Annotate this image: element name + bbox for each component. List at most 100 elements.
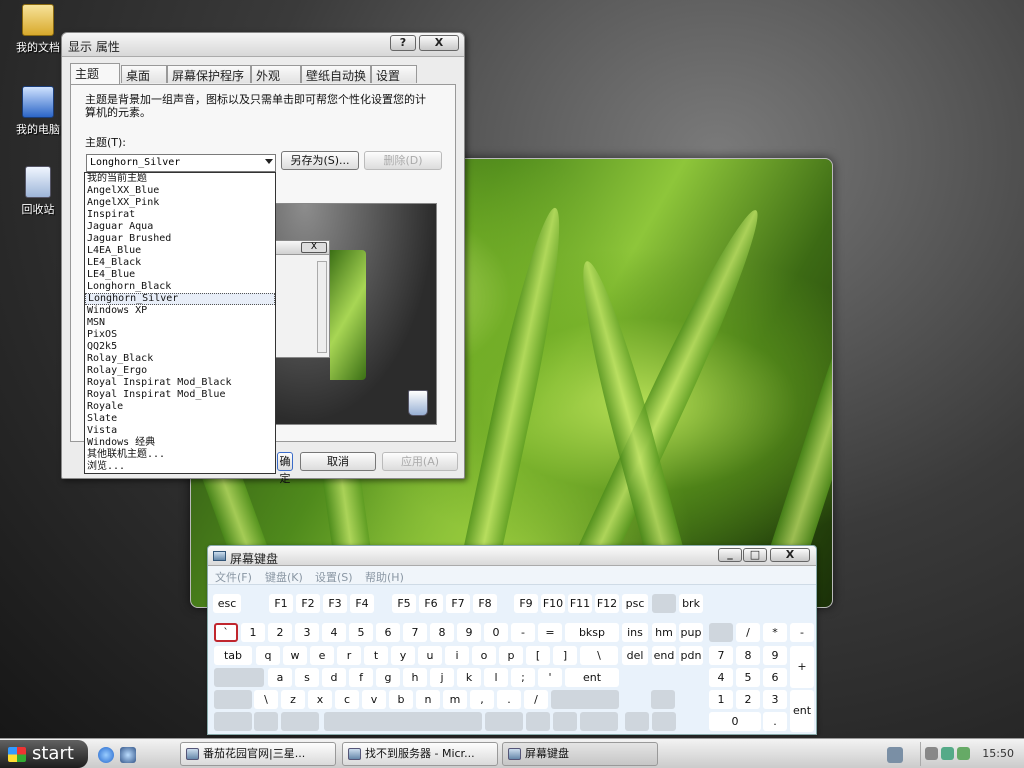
keyboard-key[interactable]: F7 (446, 594, 470, 613)
keyboard-key[interactable]: esc (213, 594, 241, 613)
keyboard-key[interactable]: psc (622, 594, 648, 613)
tab-appearance[interactable]: 外观 (251, 65, 301, 83)
tab-settings[interactable]: 设置 (371, 65, 417, 83)
tray-network-icon[interactable] (957, 747, 970, 760)
dialog-titlebar[interactable]: 显示 属性 ? X (62, 33, 464, 57)
minimize-button[interactable]: _ (718, 548, 742, 562)
theme-option[interactable]: Royale (85, 401, 275, 413)
keyboard-key[interactable] (324, 712, 482, 731)
keyboard-key[interactable]: z (281, 690, 305, 709)
keyboard-key[interactable]: o (472, 646, 496, 665)
keyboard-key[interactable]: 7 (403, 623, 427, 642)
theme-option[interactable]: 我的当前主题 (85, 173, 275, 185)
keyboard-key[interactable]: ` (214, 623, 238, 642)
tray-settings-icon[interactable] (925, 747, 938, 760)
keyboard-key[interactable]: ent (565, 668, 619, 687)
keyboard-key[interactable]: , (470, 690, 494, 709)
keyboard-key[interactable] (551, 690, 619, 709)
keyboard-key[interactable]: 0 (484, 623, 508, 642)
theme-option[interactable]: LE4_Black (85, 257, 275, 269)
desktop-quicklaunch-icon[interactable] (120, 747, 136, 763)
keyboard-key[interactable]: 9 (763, 646, 787, 665)
keyboard-key[interactable]: ' (538, 668, 562, 687)
taskbar-item-ie[interactable]: 找不到服务器 - Micr... (342, 742, 498, 766)
keyboard-key[interactable]: = (538, 623, 562, 642)
keyboard-key[interactable]: bksp (565, 623, 619, 642)
cancel-button[interactable]: 取消 (300, 452, 376, 471)
taskbar-item-browser[interactable]: 番茄花园官网|三星... (180, 742, 336, 766)
keyboard-key[interactable]: + (790, 646, 814, 688)
theme-option[interactable]: 浏览... (85, 461, 275, 473)
theme-option[interactable]: L4EA_Blue (85, 245, 275, 257)
tab-themes[interactable]: 主题 (70, 63, 120, 84)
theme-option[interactable]: Rolay_Ergo (85, 365, 275, 377)
keyboard-key[interactable]: 1 (709, 690, 733, 709)
keyboard-key[interactable]: F3 (323, 594, 347, 613)
keyboard-key[interactable]: pup (679, 623, 703, 642)
keyboard-key[interactable]: i (445, 646, 469, 665)
keyboard-key[interactable]: F5 (392, 594, 416, 613)
keyboard-key[interactable]: [ (526, 646, 550, 665)
keyboard-key[interactable]: 5 (736, 668, 760, 687)
keyboard-key[interactable]: end (652, 646, 676, 665)
start-button[interactable]: start (0, 740, 88, 768)
close-button[interactable]: X (419, 35, 459, 51)
keyboard-key[interactable]: k (457, 668, 481, 687)
theme-option[interactable]: LE4_Blue (85, 269, 275, 281)
keyboard-key[interactable]: ] (553, 646, 577, 665)
keyboard-key[interactable]: F10 (541, 594, 565, 613)
tab-wallpaper-changer[interactable]: 壁纸自动换 (301, 65, 371, 83)
keyboard-key[interactable]: . (763, 712, 787, 731)
keyboard-key[interactable]: ins (622, 623, 648, 642)
theme-option[interactable]: 其他联机主题... (85, 449, 275, 461)
keyboard-key[interactable]: \ (254, 690, 278, 709)
keyboard-key[interactable]: 4 (709, 668, 733, 687)
keyboard-key[interactable] (485, 712, 523, 731)
keyboard-key[interactable] (709, 623, 733, 642)
keyboard-key[interactable]: f (349, 668, 373, 687)
theme-option[interactable]: Jaguar Brushed (85, 233, 275, 245)
desktop-icon-my-documents[interactable]: 我的文档 (8, 4, 68, 55)
theme-option[interactable]: AngelXX_Blue (85, 185, 275, 197)
theme-option[interactable]: Royal Inspirat Mod_Black (85, 377, 275, 389)
theme-option[interactable]: Vista (85, 425, 275, 437)
keyboard-key[interactable]: v (362, 690, 386, 709)
keyboard-key[interactable] (254, 712, 278, 731)
keyboard-key[interactable]: - (511, 623, 535, 642)
keyboard-key[interactable]: g (376, 668, 400, 687)
keyboard-key[interactable] (651, 690, 675, 709)
keyboard-key[interactable]: 4 (322, 623, 346, 642)
keyboard-key[interactable] (214, 712, 252, 731)
keyboard-key[interactable]: n (416, 690, 440, 709)
tray-expand-icon[interactable] (887, 747, 903, 763)
theme-option[interactable]: Jaguar Aqua (85, 221, 275, 233)
keyboard-key[interactable]: hm (652, 623, 676, 642)
keyboard-key[interactable] (214, 690, 252, 709)
keyboard-key[interactable]: * (763, 623, 787, 642)
theme-option[interactable]: Longhorn_Silver (85, 293, 275, 305)
menu-help[interactable]: 帮助(H) (365, 569, 404, 585)
keyboard-key[interactable]: m (443, 690, 467, 709)
keyboard-key[interactable]: ent (790, 690, 814, 732)
keyboard-key[interactable]: w (283, 646, 307, 665)
keyboard-key[interactable] (281, 712, 319, 731)
keyboard-key[interactable]: h (403, 668, 427, 687)
keyboard-key[interactable]: F9 (514, 594, 538, 613)
keyboard-key[interactable]: F6 (419, 594, 443, 613)
keyboard-key[interactable]: 8 (736, 646, 760, 665)
keyboard-key[interactable]: s (295, 668, 319, 687)
keyboard-key[interactable] (652, 712, 676, 731)
keyboard-titlebar[interactable]: 屏幕键盘 _ □ X (208, 546, 816, 566)
menu-keyboard[interactable]: 键盘(K) (265, 569, 303, 585)
keyboard-key[interactable]: F8 (473, 594, 497, 613)
theme-option[interactable]: Longhorn_Black (85, 281, 275, 293)
keyboard-key[interactable]: 5 (349, 623, 373, 642)
keyboard-key[interactable]: l (484, 668, 508, 687)
theme-option[interactable]: QQ2k5 (85, 341, 275, 353)
theme-option[interactable]: Inspirat (85, 209, 275, 221)
keyboard-key[interactable]: 7 (709, 646, 733, 665)
keyboard-key[interactable]: c (335, 690, 359, 709)
chevron-down-icon[interactable] (265, 159, 273, 164)
keyboard-key[interactable]: pdn (679, 646, 703, 665)
keyboard-key[interactable] (652, 594, 676, 613)
